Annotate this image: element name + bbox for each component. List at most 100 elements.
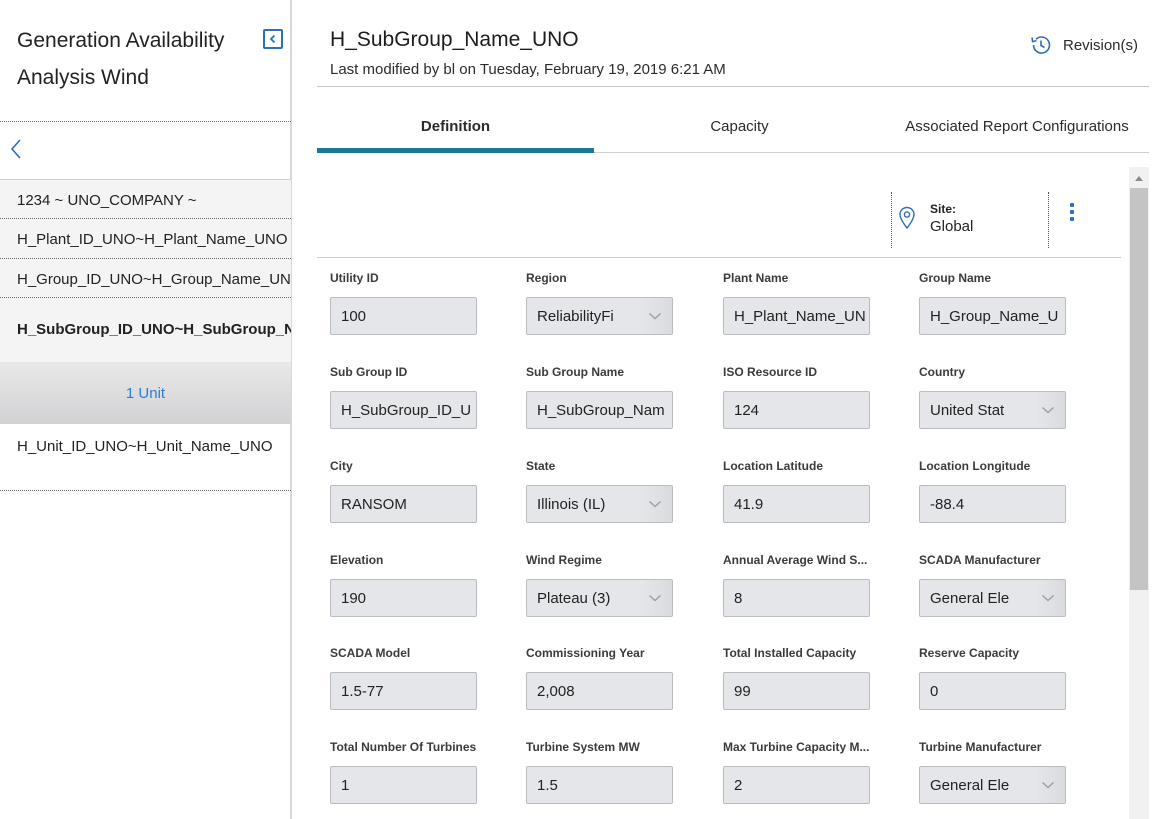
revisions-label: Revision(s) (1063, 36, 1139, 54)
field-turbine-system-mw: Turbine System MW 1.5 (526, 740, 676, 804)
input-plant-name[interactable]: H_Plant_Name_UN (723, 297, 870, 335)
select-country[interactable]: United Stat (919, 391, 1066, 429)
select-turbine-manufacturer[interactable]: General Ele (919, 766, 1066, 804)
input-elevation[interactable]: 190 (330, 579, 477, 617)
field-label: Total Installed Capacity (723, 646, 857, 660)
field-reserve-capacity: Reserve Capacity 0 (919, 646, 1069, 710)
field-total-installed-capacity: Total Installed Capacity 99 (723, 646, 873, 710)
field-turbine-manufacturer: Turbine Manufacturer General Ele (919, 740, 1069, 804)
definition-form: Site: Global Utility ID 100 Region Reliabil… (317, 167, 1123, 819)
field-value: Plateau (3) (537, 589, 611, 607)
input-sub-group-name[interactable]: H_SubGroup_Nam (526, 391, 673, 429)
select-wind-regime[interactable]: Plateau (3) (526, 579, 673, 617)
input-city[interactable]: RANSOM (330, 485, 477, 523)
input-location-longitude[interactable]: -88.4 (919, 485, 1066, 523)
tree-item-plant[interactable]: H_Plant_ID_UNO~H_Plant_Name_UNO (17, 231, 291, 248)
input-sub-group-id[interactable]: H_SubGroup_ID_U (330, 391, 477, 429)
field-label: SCADA Model (330, 646, 411, 660)
input-location-latitude[interactable]: 41.9 (723, 485, 870, 523)
field-value: H_SubGroup_Nam (537, 401, 665, 419)
field-label: SCADA Manufacturer (919, 553, 1041, 567)
history-icon (1031, 36, 1051, 54)
field-label: Sub Group ID (330, 365, 408, 379)
field-label: Country (919, 365, 965, 379)
field-label: Max Turbine Capacity M... (723, 740, 870, 754)
vertical-scrollbar[interactable] (1129, 167, 1149, 819)
active-tab-indicator (317, 148, 594, 153)
divider (317, 86, 1149, 87)
input-max-turbine-capacity-m[interactable]: 2 (723, 766, 870, 804)
triangle-up-icon (1135, 176, 1143, 181)
field-state: State Illinois (IL) (526, 459, 676, 523)
input-annual-average-wind-s[interactable]: 8 (723, 579, 870, 617)
field-value: 1.5-77 (341, 682, 384, 700)
field-location-latitude: Location Latitude 41.9 (723, 459, 873, 523)
field-value: 41.9 (734, 495, 764, 513)
input-total-number-of-turbines[interactable]: 1 (330, 766, 477, 804)
field-value: 2 (734, 776, 743, 794)
field-value: H_SubGroup_ID_U (341, 401, 472, 419)
field-scada-model: SCADA Model 1.5-77 (330, 646, 480, 710)
field-label: ISO Resource ID (723, 365, 818, 379)
field-label: Group Name (919, 271, 992, 285)
tab-capacity[interactable]: Capacity (594, 100, 885, 153)
field-sub-group-id: Sub Group ID H_SubGroup_ID_U (330, 365, 480, 429)
field-label: Utility ID (330, 271, 379, 285)
field-iso-resource-id: ISO Resource ID 124 (723, 365, 873, 429)
field-label: Plant Name (723, 271, 789, 285)
unit-count-header[interactable]: 1 Unit (0, 362, 291, 424)
field-label: Turbine Manufacturer (919, 740, 1042, 754)
tab-definition[interactable]: Definition (317, 100, 594, 153)
tab-label: Associated Report Configurations (905, 118, 1129, 135)
input-utility-id[interactable]: 100 (330, 297, 477, 335)
field-elevation: Elevation 190 (330, 553, 480, 617)
input-group-name[interactable]: H_Group_Name_U (919, 297, 1066, 335)
field-value: 2,008 (537, 682, 575, 700)
field-value: 1 (341, 776, 350, 794)
collapse-left-icon (269, 34, 276, 44)
field-value: 100 (341, 307, 367, 325)
input-commissioning-year[interactable]: 2,008 (526, 672, 673, 710)
divider (0, 490, 291, 491)
field-value: 190 (341, 589, 367, 607)
divider (0, 121, 291, 122)
input-scada-model[interactable]: 1.5-77 (330, 672, 477, 710)
back-button[interactable] (6, 136, 26, 162)
divider (317, 257, 1121, 258)
field-value: H_Plant_Name_UN (734, 307, 866, 325)
kebab-dot (1070, 203, 1074, 207)
input-reserve-capacity[interactable]: 0 (919, 672, 1066, 710)
location-pin-icon (899, 206, 915, 230)
unit-list-item[interactable]: H_Unit_ID_UNO~H_Unit_Name_UNO (17, 437, 273, 456)
site-indicator[interactable]: Site: Global (891, 192, 1049, 248)
input-total-installed-capacity[interactable]: 99 (723, 672, 870, 710)
field-value: Illinois (IL) (537, 495, 606, 513)
kebab-dot (1070, 210, 1074, 214)
tab-label: Capacity (710, 118, 769, 135)
site-value: Global (930, 218, 974, 235)
chevron-down-icon (1042, 406, 1054, 414)
field-value: ReliabilityFi (537, 307, 614, 325)
input-turbine-system-mw[interactable]: 1.5 (526, 766, 673, 804)
scrollbar-thumb[interactable] (1130, 188, 1148, 590)
divider (0, 258, 291, 259)
field-label: Total Number Of Turbines (330, 740, 477, 754)
tree-item-company[interactable]: 1234 ~ UNO_COMPANY ~ (17, 192, 291, 209)
more-options-button[interactable] (1067, 203, 1077, 223)
collapse-panel-button[interactable] (263, 29, 283, 49)
input-iso-resource-id[interactable]: 124 (723, 391, 870, 429)
field-region: Region ReliabilityFi (526, 271, 676, 335)
select-state[interactable]: Illinois (IL) (526, 485, 673, 523)
scroll-up-button[interactable] (1129, 171, 1149, 185)
site-label: Site: (930, 202, 957, 216)
revisions-button[interactable]: Revision(s) (1029, 33, 1138, 57)
tab-associated-report-configurations[interactable]: Associated Report Configurations (885, 100, 1149, 153)
last-modified-text: Last modified by bl on Tuesday, February… (330, 61, 726, 78)
field-annual-average-wind-s: Annual Average Wind S... 8 (723, 553, 873, 617)
tree-item-group[interactable]: H_Group_ID_UNO~H_Group_Name_UNO (17, 271, 291, 288)
field-max-turbine-capacity-m: Max Turbine Capacity M... 2 (723, 740, 873, 804)
select-scada-manufacturer[interactable]: General Ele (919, 579, 1066, 617)
field-group-name: Group Name H_Group_Name_U (919, 271, 1069, 335)
tree-item-subgroup[interactable]: H_SubGroup_ID_UNO~H_SubGroup_Name_UNO (17, 321, 291, 338)
select-region[interactable]: ReliabilityFi (526, 297, 673, 335)
